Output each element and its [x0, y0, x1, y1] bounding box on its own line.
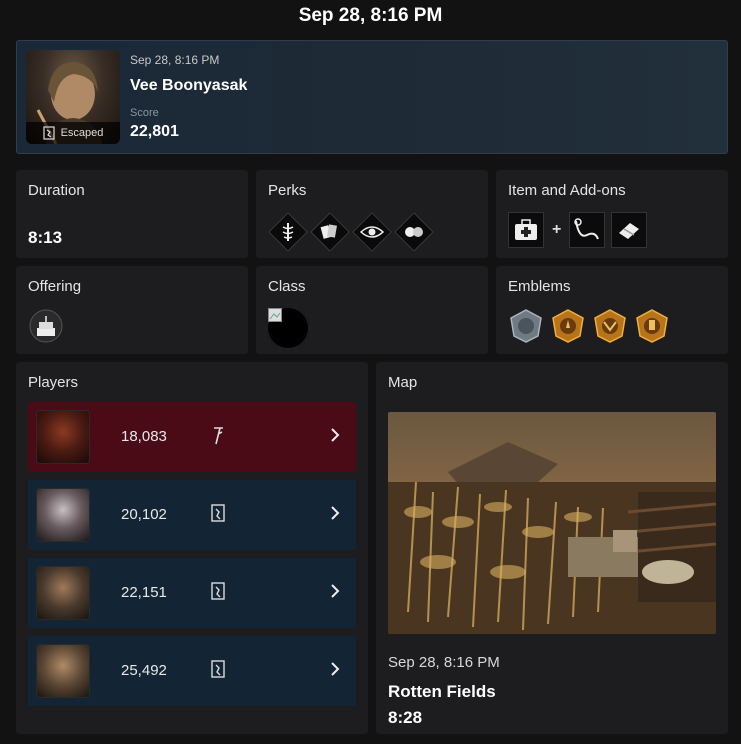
- chevron-right-icon[interactable]: [330, 583, 340, 599]
- items-card: Item and Add-ons +: [496, 170, 728, 258]
- player-row-survivor[interactable]: 22,151: [28, 558, 356, 628]
- offering-row: [28, 308, 64, 344]
- match-summary-card: Escaped Sep 28, 8:16 PM Vee Boonyasak Sc…: [16, 40, 728, 154]
- eye-perk-icon[interactable]: [352, 212, 392, 252]
- survivor-avatar: [36, 488, 90, 542]
- class-card: Class: [256, 266, 488, 354]
- map-image: [388, 412, 716, 634]
- chevron-right-icon[interactable]: [330, 505, 340, 521]
- emblems-row: [508, 308, 670, 344]
- duration-value: 8:13: [28, 228, 63, 247]
- survivor-avatar: [36, 566, 90, 620]
- escaped-icon: [211, 504, 225, 522]
- items-row: +: [508, 212, 648, 248]
- offering-card: Offering: [16, 266, 248, 354]
- match-date: Sep 28, 8:16 PM: [130, 53, 220, 67]
- escaped-icon: [42, 126, 55, 140]
- map-name: Rotten Fields: [388, 682, 496, 701]
- class-label: Class: [268, 278, 306, 295]
- player-score: 22,151: [121, 584, 167, 601]
- iron-emblem-icon[interactable]: [508, 308, 544, 344]
- offering-label: Offering: [28, 278, 82, 295]
- players-label: Players: [28, 374, 79, 391]
- emblems-card: Emblems: [496, 266, 728, 354]
- medkit-icon[interactable]: [508, 212, 544, 248]
- duration-label: Duration: [28, 182, 85, 199]
- rope-addon-icon[interactable]: [569, 212, 606, 248]
- page-title: Sep 28, 8:16 PM: [298, 5, 443, 26]
- map-date: Sep 28, 8:16 PM: [388, 654, 500, 671]
- escaped-icon: [211, 582, 225, 600]
- player-score: 20,102: [121, 506, 167, 523]
- emblems-label: Emblems: [508, 278, 571, 295]
- perks-label: Perks: [268, 182, 307, 199]
- player-row-killer[interactable]: 18,083: [28, 402, 356, 472]
- escaped-badge: Escaped: [26, 122, 120, 144]
- map-label: Map: [388, 374, 418, 391]
- items-label: Item and Add-ons: [508, 182, 626, 199]
- escaped-icon: [211, 660, 225, 678]
- killer-avatar: [36, 410, 90, 464]
- player-score: 25,492: [121, 662, 167, 679]
- hands-perk-icon[interactable]: [394, 212, 434, 252]
- score-label: Score: [130, 107, 159, 119]
- score-value: 22,801: [130, 123, 179, 140]
- chevron-right-icon[interactable]: [330, 427, 340, 443]
- duration-card: Duration 8:13: [16, 170, 248, 258]
- gold-emblem-icon[interactable]: [592, 308, 628, 344]
- cards-perk-icon[interactable]: [310, 212, 350, 252]
- class-image-broken: [268, 308, 308, 348]
- perks-card: Perks: [256, 170, 488, 258]
- map-duration: 8:28: [388, 708, 423, 727]
- sacrifice-icon: [214, 427, 223, 445]
- addon-plus: +: [552, 221, 562, 238]
- cake-offering-icon[interactable]: [28, 308, 64, 344]
- chevron-right-icon[interactable]: [330, 661, 340, 677]
- survivor-avatar: [36, 644, 90, 698]
- escaped-status-label: Escaped: [60, 127, 104, 139]
- player-row-survivor[interactable]: 25,492: [28, 636, 356, 706]
- player-score: 18,083: [121, 428, 167, 445]
- map-card: Map Sep 28, 8:16 PM Rotten Fields 8:28: [376, 362, 728, 734]
- gold-emblem-icon[interactable]: [634, 308, 670, 344]
- players-card: Players 18,083 20,102 22,151 25,492: [16, 362, 368, 734]
- gold-emblem-icon[interactable]: [550, 308, 586, 344]
- perks-row: [268, 212, 434, 252]
- character-portrait: Escaped: [26, 50, 120, 144]
- bandage-addon-icon[interactable]: [611, 212, 648, 248]
- player-row-survivor[interactable]: 20,102: [28, 480, 356, 550]
- medic-perk-icon[interactable]: [268, 212, 308, 252]
- character-name: Vee Boonyasak: [130, 77, 248, 94]
